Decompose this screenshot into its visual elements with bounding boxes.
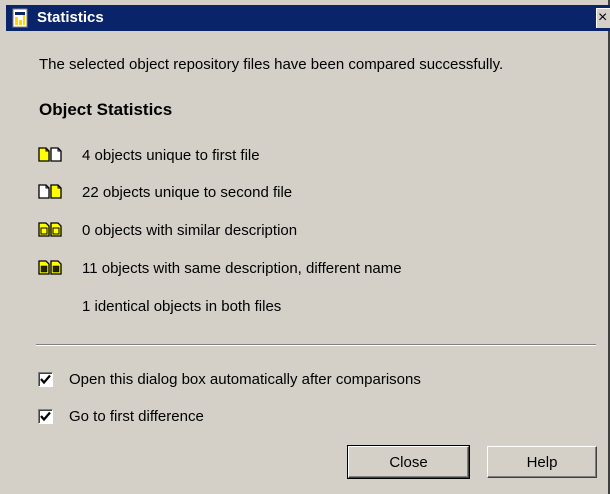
stat-row-unique-first: 4 objects unique to first file — [36, 146, 596, 166]
statistics-dialog: Statistics × The selected object reposit… — [0, 0, 610, 494]
unique-second-file-icon — [38, 184, 62, 199]
option-open-dialog-automatically[interactable]: Open this dialog box automatically after… — [38, 370, 538, 390]
help-button[interactable]: Help — [487, 446, 597, 478]
intro-text: The selected object repository files hav… — [39, 56, 504, 73]
stat-text: 22 objects unique to second file — [82, 184, 293, 201]
checkbox-label[interactable]: Open this dialog box automatically after… — [69, 370, 421, 389]
open-dialog-checkbox[interactable] — [38, 372, 53, 387]
checkmark-icon — [40, 411, 51, 422]
close-button[interactable]: Close — [347, 445, 470, 479]
stat-text: 11 objects with same description, differ… — [82, 260, 402, 277]
option-go-to-first-difference[interactable]: Go to first difference — [38, 407, 538, 427]
stat-row-unique-second: 22 objects unique to second file — [36, 183, 596, 203]
stat-row-same-description: 11 objects with same description, differ… — [36, 259, 596, 279]
divider — [36, 344, 596, 346]
dialog-content: The selected object repository files hav… — [0, 0, 610, 494]
checkbox-label[interactable]: Go to first difference — [69, 407, 204, 426]
stat-row-similar-description: 0 objects with similar description — [36, 221, 596, 241]
same-description-icon — [38, 260, 62, 275]
stat-text: 0 objects with similar description — [82, 222, 298, 239]
similar-description-icon — [38, 222, 62, 237]
stat-row-identical: 1 identical objects in both files — [36, 297, 596, 317]
first-difference-checkbox[interactable] — [38, 409, 53, 424]
unique-first-file-icon — [38, 147, 62, 162]
stat-text: 1 identical objects in both files — [82, 298, 282, 315]
checkmark-icon — [40, 374, 51, 385]
section-heading: Object Statistics — [39, 100, 173, 119]
stat-text: 4 objects unique to first file — [82, 147, 260, 164]
